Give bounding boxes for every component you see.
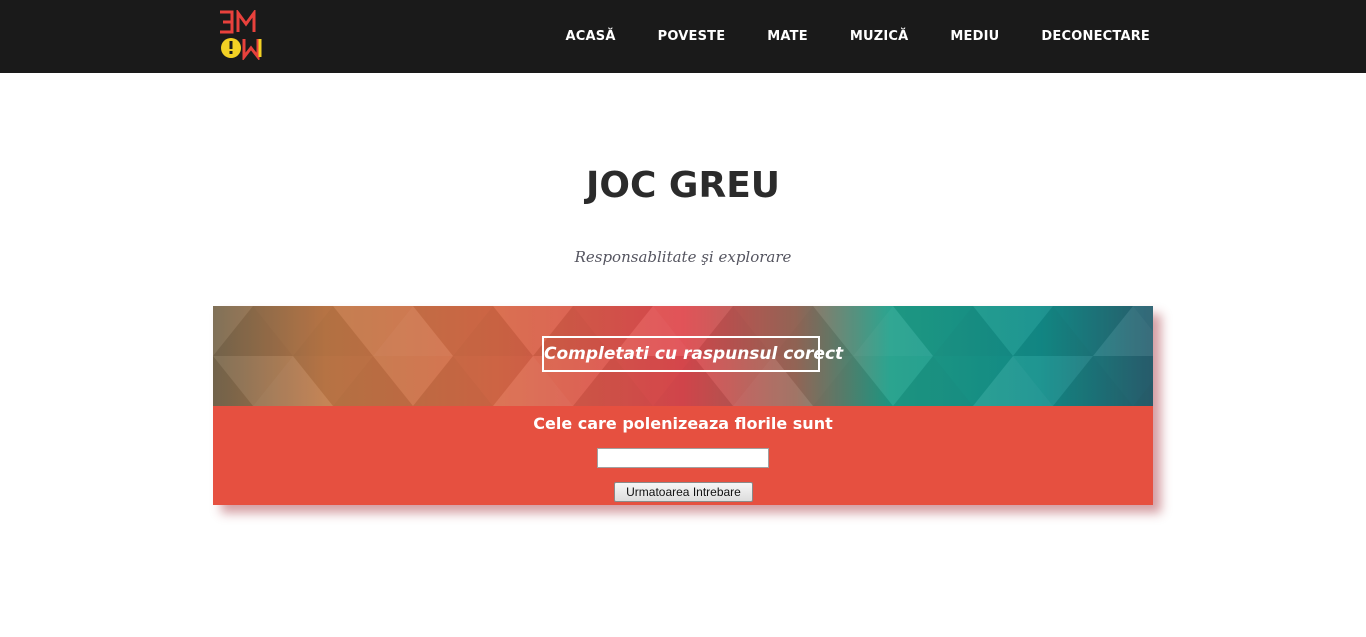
nav-item-poveste[interactable]: POVESTE [658,29,726,44]
nav-item-mediu[interactable]: MEDIU [950,29,999,44]
page-title: JOC GREU [585,165,781,206]
nav-item-deconectare[interactable]: DECONECTARE [1041,29,1150,44]
quiz-banner: Completati cu raspunsul corect [213,306,1153,406]
nav-item-muzica[interactable]: MUZICĂ [850,29,909,44]
page-subtitle: Responsablitate şi explorare [574,248,792,266]
nav-item-mate[interactable]: MATE [767,29,808,44]
banner-heading: Completati cu raspunsul corect [542,336,843,372]
next-question-button[interactable]: Urmatoarea Intrebare [614,482,753,502]
site-logo[interactable] [218,8,276,62]
logo-graphic [220,8,262,62]
main-menu: ACASĂ POVESTE MATE MUZICĂ MEDIU DECONECT… [524,0,1150,73]
nav-item-acasa[interactable]: ACASĂ [566,29,616,44]
top-navbar: ACASĂ POVESTE MATE MUZICĂ MEDIU DECONECT… [0,0,1366,73]
quiz-card: Completati cu raspunsul corect Cele care… [213,306,1153,505]
quiz-body: Cele care polenizeaza florile sunt Urmat… [213,406,1153,505]
answer-input[interactable] [597,448,769,468]
question-text: Cele care polenizeaza florile sunt [533,414,833,433]
